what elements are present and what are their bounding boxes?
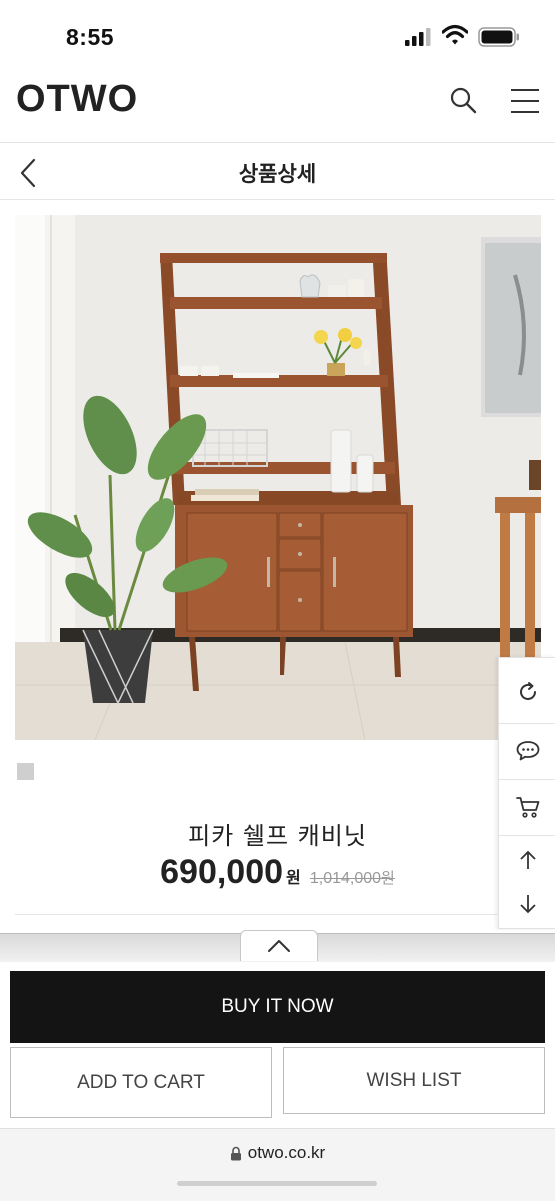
page-title: 상품상세 [238, 162, 317, 186]
wish-list-button[interactable]: WISH LIST [283, 1047, 545, 1114]
chat-icon [516, 741, 539, 761]
home-indicator[interactable] [177, 1181, 377, 1186]
info-divider [15, 914, 497, 915]
url-row[interactable]: otwo.co.kr [0, 1143, 555, 1163]
arrow-up-icon [519, 850, 536, 869]
browser-address-bar [0, 1128, 555, 1201]
cellular-signal-icon [405, 28, 431, 46]
url-text: otwo.co.kr [247, 1143, 326, 1162]
wifi-icon [442, 24, 468, 45]
image-thumbnail-indicator[interactable] [17, 763, 34, 780]
sale-price-currency: 원 [286, 868, 301, 887]
scroll-bottom-button[interactable] [499, 882, 555, 926]
chat-button[interactable] [499, 724, 555, 778]
price-row: 690,000 원 1,014,000원 [0, 853, 555, 892]
refresh-button[interactable] [499, 666, 555, 718]
side-menu-divider [499, 835, 555, 836]
product-name: 피카 쉘프 캐비닛 [188, 822, 367, 850]
buy-now-button[interactable]: BUY IT NOW [10, 971, 545, 1043]
scroll-top-button[interactable] [499, 838, 555, 882]
cart-button[interactable] [499, 780, 555, 834]
battery-icon [478, 27, 519, 47]
original-price: 1,014,000 [309, 870, 382, 887]
product-image[interactable] [15, 215, 541, 740]
side-quick-menu [498, 657, 555, 929]
brand-logo[interactable]: OTWO [16, 78, 138, 121]
bottom-sheet-toggle[interactable] [240, 930, 318, 961]
lock-icon [230, 1146, 241, 1160]
status-time: 8:55 [66, 24, 115, 50]
refresh-icon [519, 682, 536, 700]
arrow-down-icon [519, 895, 536, 914]
header-divider [0, 142, 555, 143]
original-price-currency: 원 [381, 869, 395, 887]
search-icon[interactable] [449, 86, 477, 114]
sale-price: 690,000 [160, 853, 284, 891]
hamburger-menu-icon[interactable] [510, 88, 540, 114]
chevron-up-icon [268, 940, 290, 952]
add-to-cart-button[interactable]: ADD TO CART [10, 1047, 272, 1118]
cart-icon [515, 797, 539, 818]
subheader-divider [0, 199, 555, 200]
